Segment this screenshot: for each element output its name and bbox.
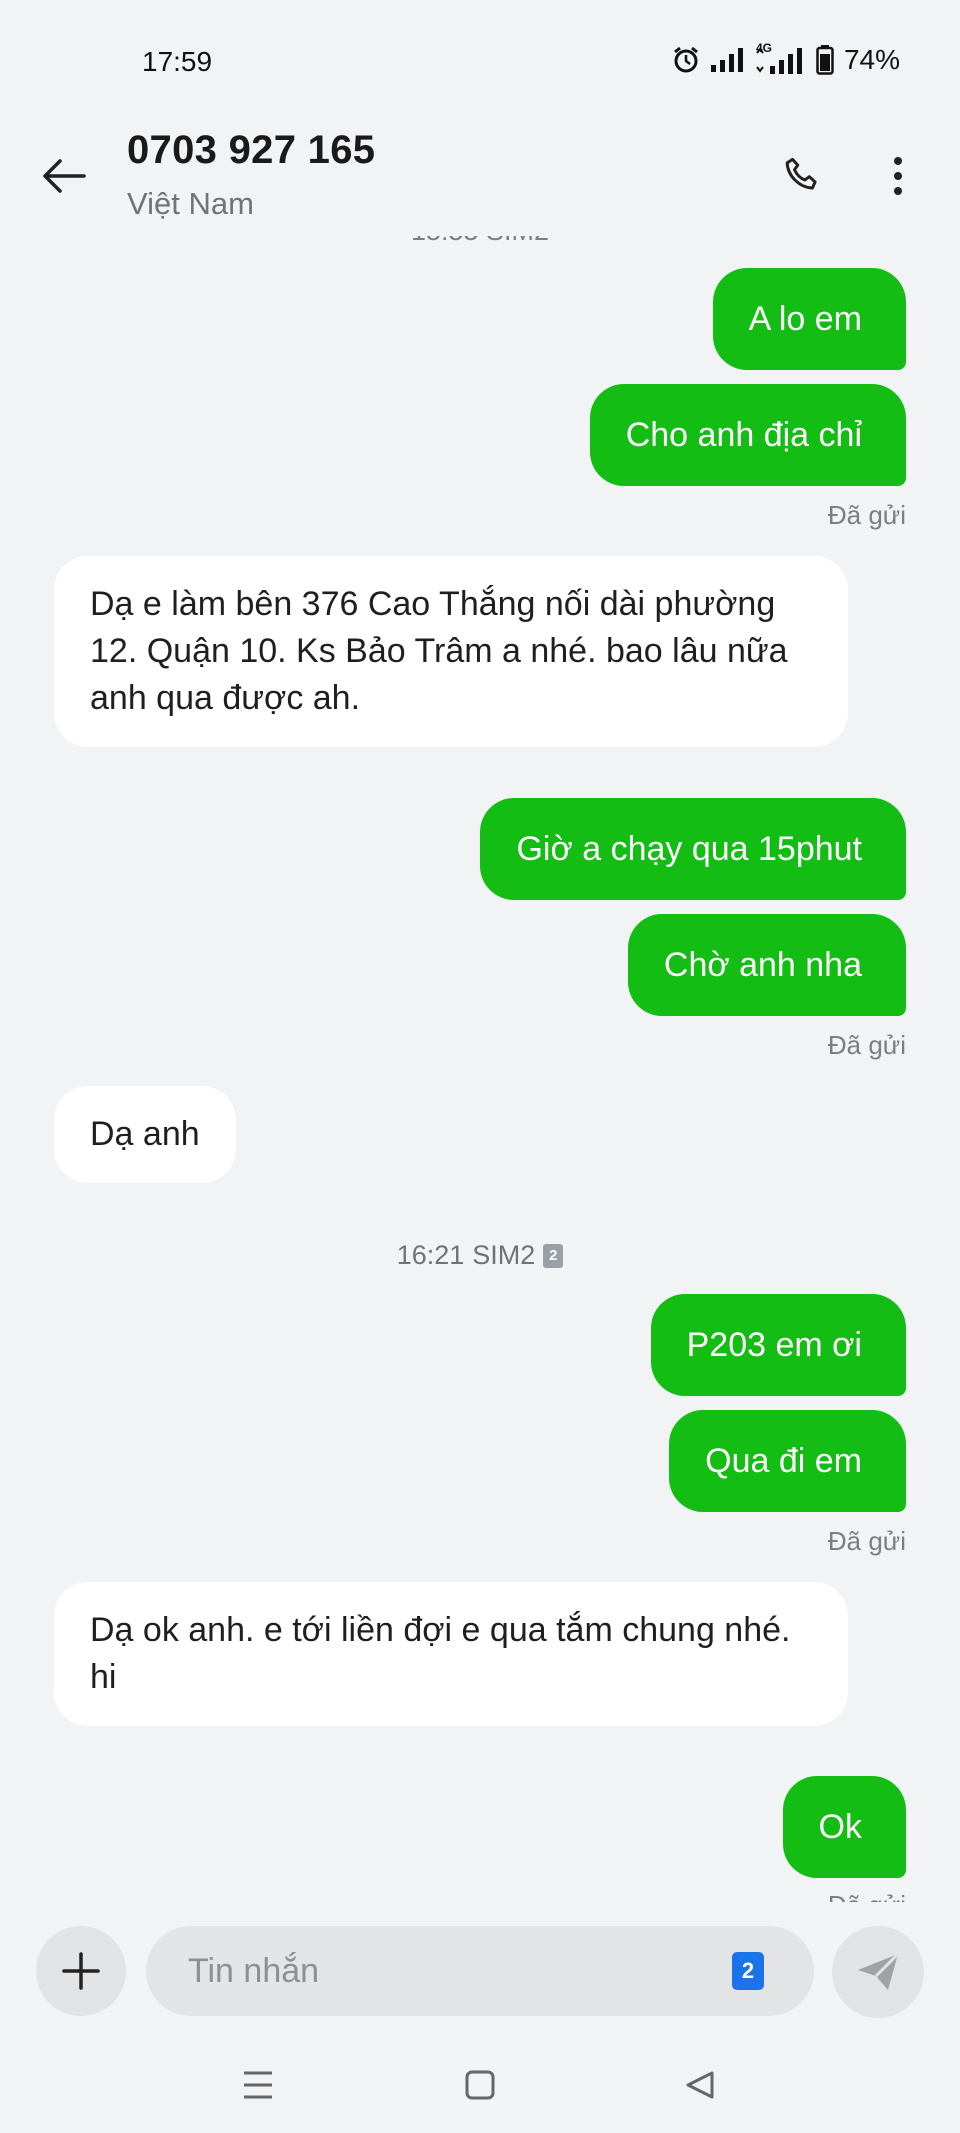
send-icon: [858, 1952, 900, 1990]
status-icons: 4G 74%: [672, 41, 900, 76]
incoming-message[interactable]: Dạ e làm bên 376 Cao Thắng nối dài phườn…: [54, 556, 848, 747]
clipped-timestamp: 15:55 SIM2: [0, 236, 960, 247]
composer-bar: 2: [0, 1902, 960, 2042]
battery-icon: [816, 45, 834, 75]
sent-status: Đã gửi: [827, 1030, 906, 1060]
sim-badge: 2: [543, 1243, 564, 1268]
sent-status: Đã gửi: [827, 1526, 906, 1556]
timestamp-time: 16:21: [396, 1240, 465, 1270]
more-options-button[interactable]: [870, 148, 926, 204]
outgoing-message[interactable]: P203 em ơi: [650, 1294, 906, 1396]
signal-4g-icon: 4G: [754, 41, 806, 75]
contact-subtitle: Việt Nam: [127, 186, 254, 221]
contact-title: 0703 927 165: [127, 128, 376, 172]
back-button[interactable]: [36, 148, 92, 204]
back-triangle-icon: [686, 2071, 714, 2099]
sent-status: Đã gửi: [827, 500, 906, 530]
call-button[interactable]: [774, 148, 830, 204]
back-arrow-icon: [43, 159, 86, 193]
conversation-header: 0703 927 165 Việt Nam: [0, 118, 960, 236]
recents-button[interactable]: [232, 2062, 284, 2108]
message-input[interactable]: [186, 1950, 710, 1992]
plus-icon: [62, 1952, 100, 1990]
outgoing-message[interactable]: Ok: [782, 1776, 906, 1878]
outgoing-message[interactable]: Qua đi em: [669, 1410, 906, 1512]
incoming-message[interactable]: Dạ ok anh. e tới liền đợi e qua tắm chun…: [54, 1582, 848, 1726]
sim-selector[interactable]: 2: [732, 1952, 764, 1990]
message-field[interactable]: 2: [146, 1926, 814, 2016]
more-vert-icon: [894, 157, 902, 195]
timestamp-divider: 16:21 SIM2 2: [0, 1240, 960, 1271]
outgoing-message[interactable]: Chờ anh nha: [627, 914, 906, 1016]
nav-back-button[interactable]: [674, 2062, 726, 2108]
battery-level: 74%: [843, 44, 900, 75]
outgoing-message[interactable]: Giờ a chạy qua 15phut: [480, 798, 906, 900]
timestamp-sim: SIM2: [472, 1240, 536, 1270]
attach-button[interactable]: [36, 1926, 126, 2016]
phone-icon: [785, 157, 817, 190]
system-nav-bar: [0, 2042, 960, 2133]
sent-status: Đã gửi: [828, 1890, 906, 1902]
signal-icon: [710, 47, 744, 73]
outgoing-message[interactable]: Cho anh địa chỉ: [589, 384, 906, 486]
alarm-icon: [672, 46, 700, 74]
outgoing-message[interactable]: A lo em: [712, 268, 906, 370]
message-thread[interactable]: 15:55 SIM2 A lo em Cho anh địa chỉ Đã gử…: [0, 236, 960, 1902]
send-button[interactable]: [832, 1926, 924, 2018]
incoming-message[interactable]: Dạ anh: [54, 1086, 236, 1183]
menu-icon: [244, 2071, 272, 2099]
home-icon: [465, 2070, 495, 2100]
home-button[interactable]: [454, 2062, 506, 2108]
status-bar: 17:59 4G 74%: [0, 0, 960, 128]
status-time: 17:59: [142, 46, 213, 77]
